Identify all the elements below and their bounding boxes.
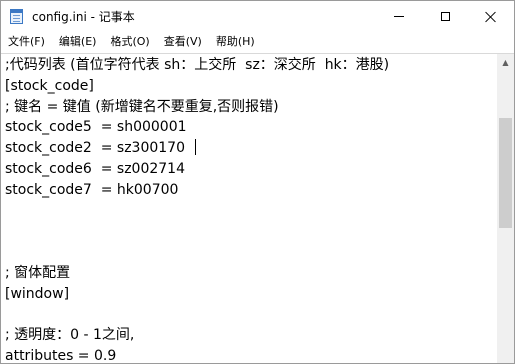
menu-bar: 文件(F) 编辑(E) 格式(O) 查看(V) 帮助(H) xyxy=(1,32,514,52)
maximize-button[interactable] xyxy=(422,1,468,32)
notepad-icon xyxy=(10,9,23,24)
editor-line: attributes = 0.9 xyxy=(5,348,117,364)
text-editor[interactable]: ;代码列表 (首位字符代表 sh：上交所 sz：深交所 hk：港股) [stoc… xyxy=(5,55,495,364)
editor-line: ; 窗体配置 xyxy=(5,264,71,281)
minimize-icon xyxy=(394,16,404,17)
vertical-scrollbar[interactable]: ▲ xyxy=(497,54,514,363)
editor-line: stock_code5 = sh000001 xyxy=(5,119,187,136)
editor-line: ;代码列表 (首位字符代表 sh：上交所 sz：深交所 hk：港股) xyxy=(5,57,390,73)
editor-line: [stock_code] xyxy=(5,77,94,94)
menu-format[interactable]: 格式(O) xyxy=(103,32,156,52)
minimize-button[interactable] xyxy=(376,1,422,32)
close-button[interactable] xyxy=(468,1,514,32)
editor-line: [window] xyxy=(5,285,70,302)
text-caret xyxy=(195,139,196,155)
scroll-thumb[interactable] xyxy=(499,118,512,228)
notepad-window: config.ini - 记事本 文件(F) 编辑(E) 格式(O) 查看(V)… xyxy=(0,0,515,364)
editor-line: ; 透明度：0 - 1之间, xyxy=(5,327,135,344)
editor-line: stock_code2 = sz300170 xyxy=(5,140,185,157)
chevron-up-icon[interactable]: ▲ xyxy=(497,54,514,71)
editor-line: ; 键名 = 键值 (新增键名不要重复,否则报错) xyxy=(5,98,279,115)
menu-edit[interactable]: 编辑(E) xyxy=(52,32,104,52)
window-title: config.ini - 记事本 xyxy=(32,10,135,24)
editor-line: stock_code6 = sz002714 xyxy=(5,160,185,177)
title-bar[interactable]: config.ini - 记事本 xyxy=(1,1,514,32)
menu-file[interactable]: 文件(F) xyxy=(1,32,52,52)
close-icon xyxy=(485,11,497,23)
menu-help[interactable]: 帮助(H) xyxy=(209,32,262,52)
editor-line: stock_code7 = hk00700 xyxy=(5,181,179,198)
maximize-icon xyxy=(440,12,450,21)
editor-frame: ;代码列表 (首位字符代表 sh：上交所 sz：深交所 hk：港股) [stoc… xyxy=(1,53,514,364)
menu-view[interactable]: 查看(V) xyxy=(157,32,209,52)
